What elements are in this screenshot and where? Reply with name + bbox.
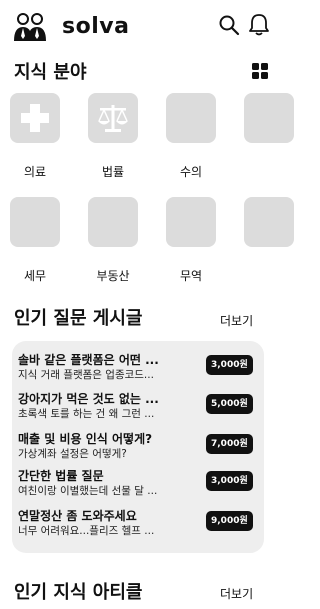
category-tile-law[interactable] [88, 93, 138, 143]
price-badge: 5,000원 [206, 394, 253, 414]
app-name: solva [62, 14, 130, 39]
question-preview: 초록색 토를 하는 건 왜 그런 ... [18, 408, 155, 420]
grid-icon[interactable] [252, 63, 268, 79]
category-tile-partial[interactable] [244, 197, 294, 247]
more-questions-link[interactable]: 더보기 [220, 312, 253, 329]
bell-icon[interactable] [248, 12, 270, 36]
category-tile-medical[interactable] [10, 93, 60, 143]
category-tile-veterinary[interactable] [166, 93, 216, 143]
question-preview: 가상계좌 설정은 어떻게? [18, 448, 127, 460]
more-articles-link[interactable]: 더보기 [220, 585, 253, 602]
question-item[interactable]: 솔바 같은 플랫폼은 어떤 ... 지식 거래 플랫폼은 업종코드... 3,0… [18, 351, 260, 387]
question-title: 강아지가 먹은 것도 없는 ... [18, 392, 159, 406]
knowledge-section-title: 지식 분야 [14, 62, 87, 83]
question-title: 간단한 법률 질문 [18, 469, 104, 483]
category-label: 수의 [179, 165, 203, 179]
people-icon[interactable] [12, 12, 48, 42]
scales-icon [98, 105, 128, 132]
category-label: 의료 [23, 165, 47, 179]
question-item[interactable]: 간단한 법률 질문 여친이랑 이별했는데 선물 달 ... 3,000원 [18, 467, 260, 503]
question-item[interactable]: 강아지가 먹은 것도 없는 ... 초록색 토를 하는 건 왜 그런 ... 5… [18, 390, 260, 426]
category-label: 부동산 [96, 269, 130, 283]
question-preview: 너무 어려워요...플리즈 헬프 ... [18, 525, 155, 537]
category-tile-real-estate[interactable] [88, 197, 138, 247]
question-preview: 지식 거래 플랫폼은 업종코드... [18, 369, 154, 381]
question-item[interactable]: 매출 및 비용 인식 어떻게? 가상계좌 설정은 어떻게? 7,000원 [18, 430, 260, 466]
question-title: 연말정산 좀 도와주세요 [18, 509, 137, 523]
category-label: 무역 [179, 269, 203, 283]
medical-cross-icon [21, 104, 49, 132]
price-badge: 3,000원 [206, 355, 253, 375]
popular-questions-title: 인기 질문 게시글 [14, 308, 143, 329]
category-label: 세무 [23, 269, 47, 283]
question-title: 매출 및 비용 인식 어떻게? [18, 432, 153, 446]
price-badge: 7,000원 [206, 434, 253, 454]
question-item[interactable]: 연말정산 좀 도와주세요 너무 어려워요...플리즈 헬프 ... 9,000원 [18, 507, 260, 543]
category-tile-trade[interactable] [166, 197, 216, 247]
price-badge: 9,000원 [206, 511, 253, 531]
category-tile-tax[interactable] [10, 197, 60, 247]
popular-articles-title: 인기 지식 아티클 [14, 582, 143, 603]
category-label: 법률 [101, 165, 125, 179]
question-title: 솔바 같은 플랫폼은 어떤 ... [18, 353, 159, 367]
category-tile-partial[interactable] [244, 93, 294, 143]
question-preview: 여친이랑 이별했는데 선물 달 ... [18, 485, 158, 497]
search-icon[interactable] [218, 14, 240, 36]
price-badge: 3,000원 [206, 471, 253, 491]
app-header: solva [0, 0, 278, 56]
